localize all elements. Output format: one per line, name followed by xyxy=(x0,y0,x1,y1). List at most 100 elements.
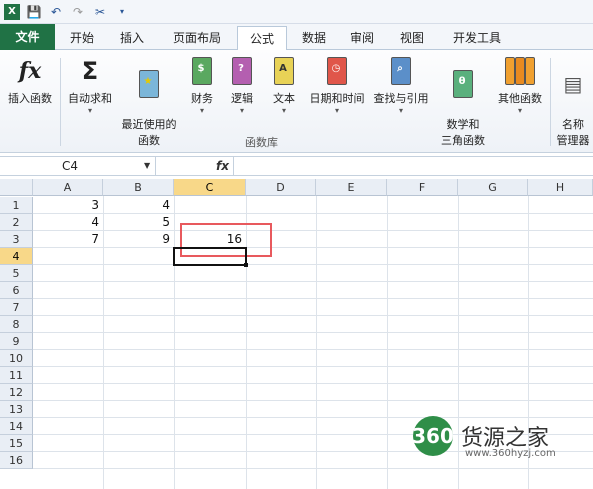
row-header[interactable]: 6 xyxy=(0,282,33,299)
insert-function-fx-button[interactable]: fx xyxy=(216,157,229,175)
redo-icon[interactable]: ↷ xyxy=(70,4,86,20)
column-header[interactable]: E xyxy=(316,179,387,196)
tab-insert[interactable]: 插入 xyxy=(110,26,154,50)
column-header[interactable]: B xyxy=(103,179,174,196)
row-header[interactable]: 8 xyxy=(0,316,33,333)
ribbon-divider xyxy=(60,58,61,146)
tab-developer[interactable]: 开发工具 xyxy=(444,26,510,50)
cell-b3[interactable]: 9 xyxy=(103,231,174,248)
tab-review[interactable]: 审阅 xyxy=(340,26,384,50)
math-book-icon: θ xyxy=(453,70,473,98)
cell-b1[interactable]: 4 xyxy=(103,197,174,214)
row-header[interactable]: 14 xyxy=(0,418,33,435)
financial-label: 财务 xyxy=(191,92,213,105)
tab-file[interactable]: 文件 xyxy=(0,24,55,50)
dropdown-icon[interactable]: ▾ xyxy=(114,4,130,20)
tab-data[interactable]: 数据 xyxy=(292,26,336,50)
financial-book-icon: $ xyxy=(192,57,212,85)
chevron-down-icon: ▾ xyxy=(199,106,204,115)
logical-book-icon: ? xyxy=(232,57,252,85)
datetime-book-icon: ◷ xyxy=(327,57,347,85)
column-header[interactable]: A xyxy=(33,179,103,196)
lookup-button[interactable]: ⌕ 查找与引用 ▾ xyxy=(370,56,432,115)
logical-label: 逻辑 xyxy=(231,92,253,105)
row-header[interactable]: 12 xyxy=(0,384,33,401)
cell-a3[interactable]: 7 xyxy=(33,231,103,248)
row-header[interactable]: 4 xyxy=(0,248,33,265)
tab-page-layout[interactable]: 页面布局 xyxy=(162,26,232,50)
recent-book-icon: ★ xyxy=(139,70,159,98)
insert-function-label: 插入函数 xyxy=(8,92,52,105)
name-manager-label: 名称 管理器 xyxy=(556,118,590,147)
watermark-url: www.360hyzj.com xyxy=(465,448,556,459)
row-header[interactable]: 9 xyxy=(0,333,33,350)
tab-view[interactable]: 视图 xyxy=(390,26,434,50)
ribbon-tabs: 文件 开始 插入 页面布局 公式 数据 审阅 视图 开发工具 xyxy=(0,24,593,52)
column-header[interactable]: D xyxy=(246,179,316,196)
name-manager-button[interactable]: ▤ 名称 管理器 xyxy=(554,56,592,161)
math-trig-button[interactable]: θ 数学和 三角函数 xyxy=(434,56,492,161)
formula-bar: C4 ▼ fx xyxy=(0,156,593,176)
row-header[interactable]: 16 xyxy=(0,452,33,469)
cell-b2[interactable]: 5 xyxy=(103,214,174,231)
row-header[interactable]: 5 xyxy=(0,265,33,282)
row-header[interactable]: 10 xyxy=(0,350,33,367)
row-header[interactable]: 11 xyxy=(0,367,33,384)
select-all-corner[interactable] xyxy=(0,179,33,196)
column-header[interactable]: H xyxy=(528,179,593,196)
save-icon[interactable]: 💾 xyxy=(26,4,42,20)
more-functions-label: 其他函数 xyxy=(498,92,542,105)
datetime-button[interactable]: ◷ 日期和时间 ▾ xyxy=(306,56,368,115)
financial-button[interactable]: $ 财务 ▾ xyxy=(184,56,220,115)
lookup-book-icon: ⌕ xyxy=(391,57,411,85)
insert-function-button[interactable]: fx 插入函数 xyxy=(4,56,56,106)
active-cell-c4[interactable] xyxy=(173,247,247,266)
recent-functions-label: 最近使用的 函数 xyxy=(121,118,177,147)
row-header[interactable]: 7 xyxy=(0,299,33,316)
ribbon: fx 插入函数 Σ 自动求和 ▾ ★ 最近使用的 函数 $ 财务 ▾ ? 逻辑 … xyxy=(0,50,593,153)
quick-access-toolbar: X 💾 ↶ ↷ ✂ ▾ xyxy=(0,0,593,24)
datetime-label: 日期和时间 xyxy=(309,92,365,105)
formula-input[interactable] xyxy=(233,157,593,175)
autosum-button[interactable]: Σ 自动求和 ▾ xyxy=(64,56,116,115)
watermark-logo: 360 xyxy=(412,416,454,456)
row-header[interactable]: 3 xyxy=(0,231,33,248)
more-functions-button[interactable]: 其他函数 ▾ xyxy=(494,56,546,115)
tab-home[interactable]: 开始 xyxy=(60,26,104,50)
more-books-icon xyxy=(505,56,535,86)
chevron-down-icon[interactable]: ▼ xyxy=(144,157,150,175)
tab-formulas[interactable]: 公式 xyxy=(237,26,287,52)
row-header[interactable]: 2 xyxy=(0,214,33,231)
excel-icon: X xyxy=(4,3,20,20)
text-label: 文本 xyxy=(273,92,295,105)
undo-icon[interactable]: ↶ xyxy=(48,4,64,20)
row-header[interactable]: 13 xyxy=(0,401,33,418)
ribbon-divider xyxy=(550,58,551,146)
text-button[interactable]: A 文本 ▾ xyxy=(266,56,302,115)
lookup-label: 查找与引用 xyxy=(373,92,429,105)
chevron-down-icon: ▾ xyxy=(398,106,403,115)
logical-button[interactable]: ? 逻辑 ▾ xyxy=(224,56,260,115)
recent-functions-button[interactable]: ★ 最近使用的 函数 xyxy=(118,56,180,161)
cell-a1[interactable]: 3 xyxy=(33,197,103,214)
row-header[interactable]: 15 xyxy=(0,435,33,452)
name-manager-icon: ▤ xyxy=(563,72,583,96)
chevron-down-icon: ▾ xyxy=(87,106,92,115)
tool-icon[interactable]: ✂ xyxy=(92,4,108,20)
chevron-down-icon: ▾ xyxy=(239,106,244,115)
math-trig-label: 数学和 三角函数 xyxy=(441,118,485,147)
chevron-down-icon: ▾ xyxy=(334,106,339,115)
row-header[interactable]: 1 xyxy=(0,197,33,214)
column-header[interactable]: F xyxy=(387,179,458,196)
sigma-icon: Σ xyxy=(81,57,99,85)
chevron-down-icon: ▾ xyxy=(281,106,286,115)
column-header[interactable]: G xyxy=(458,179,528,196)
fx-icon: fx xyxy=(18,58,42,84)
name-box[interactable]: C4 xyxy=(2,157,156,175)
autosum-label: 自动求和 xyxy=(68,92,112,105)
fill-handle[interactable] xyxy=(244,263,248,267)
group-label: 函数库 xyxy=(245,136,278,149)
chevron-down-icon: ▾ xyxy=(517,106,522,115)
cell-a2[interactable]: 4 xyxy=(33,214,103,231)
column-header[interactable]: C xyxy=(174,179,246,196)
